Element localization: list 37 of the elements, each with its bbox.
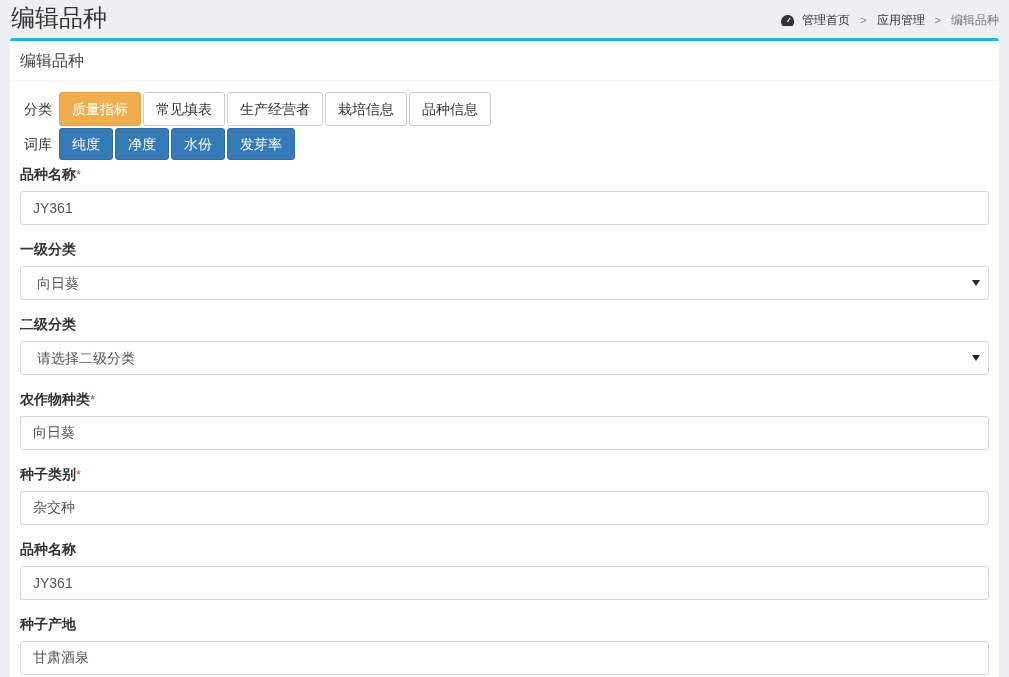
- panel-title: 编辑品种: [20, 50, 84, 71]
- field-label: 一级分类: [20, 240, 76, 259]
- lexicon-term-button[interactable]: 水份: [171, 128, 225, 160]
- required-asterisk: *: [76, 166, 82, 184]
- category-tab[interactable]: 栽培信息: [325, 92, 407, 126]
- breadcrumb-separator: >: [859, 12, 868, 28]
- field-label: 品种名称: [20, 540, 76, 559]
- field-label: 种子产地: [20, 615, 76, 634]
- category-tab[interactable]: 常见填表: [143, 92, 225, 126]
- breadcrumb-separator: >: [933, 12, 942, 28]
- dashboard-icon: [781, 14, 795, 26]
- select-field[interactable]: 请选择二级分类: [20, 341, 989, 375]
- category-label: 分类: [23, 99, 53, 119]
- category-tab[interactable]: 生产经营者: [227, 92, 323, 126]
- caret-icon: [972, 355, 980, 361]
- text-field[interactable]: JY361: [20, 191, 989, 225]
- lexicon-term-button[interactable]: 纯度: [59, 128, 113, 160]
- breadcrumb-link[interactable]: 应用管理: [876, 11, 925, 29]
- breadcrumb-current: 编辑品种: [951, 12, 999, 29]
- field-label: 二级分类: [20, 315, 76, 334]
- text-field[interactable]: JY361: [20, 566, 989, 600]
- select-field[interactable]: 向日葵: [20, 266, 989, 300]
- required-asterisk: *: [76, 466, 82, 484]
- text-field[interactable]: 杂交种: [20, 491, 989, 525]
- category-tab[interactable]: 品种信息: [409, 92, 491, 126]
- page-title: 编辑品种: [11, 3, 107, 33]
- text-field[interactable]: 甘肃酒泉: [20, 641, 989, 675]
- lexicon-term-button[interactable]: 发芽率: [227, 128, 295, 160]
- lexicon-term-button[interactable]: 净度: [115, 128, 169, 160]
- field-label: 农作物种类: [20, 390, 90, 409]
- field-label: 品种名称: [20, 165, 76, 184]
- required-asterisk: *: [90, 391, 96, 409]
- lexicon-label: 词库: [23, 134, 53, 154]
- field-label: 种子类别: [20, 465, 76, 484]
- caret-icon: [972, 280, 980, 286]
- breadcrumb-link[interactable]: 管理首页: [802, 11, 851, 29]
- text-field[interactable]: 向日葵: [20, 416, 989, 450]
